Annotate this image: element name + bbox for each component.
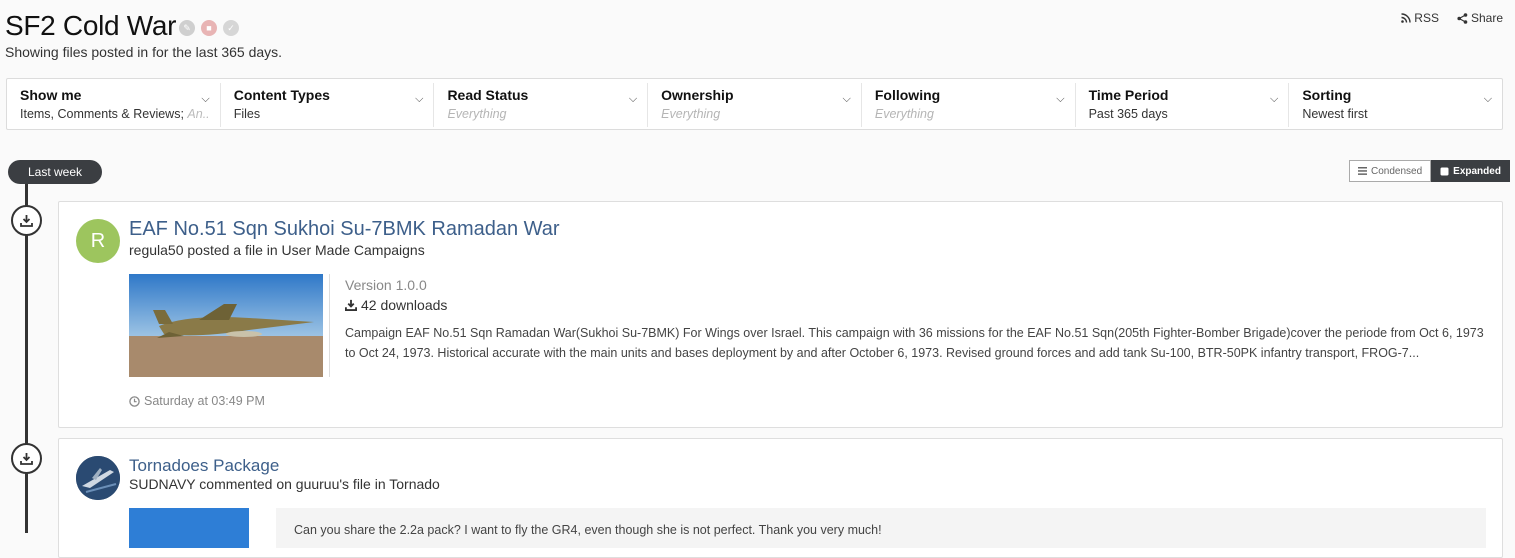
item-meta: regula50 posted a file in User Made Camp…	[129, 242, 425, 258]
downloads-count: 42 downloads	[361, 297, 448, 313]
download-icon	[20, 215, 33, 227]
filter-following[interactable]: Following Everything ⌵	[862, 83, 1076, 127]
stop-icon[interactable]: ■	[201, 20, 217, 36]
page-header: SF2 Cold War ✎ ■ ✓ Showing files posted …	[0, 0, 1515, 70]
square-icon	[1440, 167, 1449, 175]
rss-icon	[1401, 13, 1411, 23]
filter-value: Everything	[661, 107, 721, 121]
filter-value: Everything	[447, 107, 507, 121]
filter-label: Following	[874, 87, 941, 103]
chevron-down-icon: ⌵	[1056, 93, 1065, 105]
clock-icon	[129, 395, 140, 407]
item-title-link[interactable]: Tornadoes Package	[129, 456, 279, 476]
condensed-label: Condensed	[1371, 165, 1423, 177]
filter-label: Time Period	[1088, 87, 1169, 103]
item-downloads: 42 downloads	[345, 297, 447, 313]
rss-button[interactable]: RSS	[1401, 11, 1439, 25]
timeline-label: Last week	[8, 160, 102, 184]
expanded-button[interactable]: Expanded	[1431, 160, 1510, 182]
activity-card: R EAF No.51 Sqn Sukhoi Su-7BMK Ramadan W…	[58, 201, 1503, 428]
chevron-down-icon: ⌵	[628, 93, 638, 105]
comment-quote: Can you share the 2.2a pack? I want to f…	[276, 508, 1486, 548]
timestamp-text: Saturday at 03:49 PM	[144, 394, 265, 408]
condensed-button[interactable]: Condensed	[1349, 160, 1432, 182]
download-icon	[20, 453, 33, 465]
view-toggle: Condensed Expanded	[1349, 160, 1510, 182]
top-actions: RSS Share	[1401, 11, 1503, 25]
page-title: SF2 Cold War	[5, 10, 177, 41]
page-subtitle: Showing files posted in for the last 365…	[5, 44, 283, 60]
filter-label: Content Types	[233, 87, 330, 103]
filter-time-period[interactable]: Time Period Past 365 days ⌵	[1076, 83, 1290, 127]
chevron-down-icon: ⌵	[842, 93, 851, 105]
filter-bar: Show me Items, Comments & Reviews; An...…	[6, 78, 1503, 130]
share-icon	[1457, 12, 1468, 24]
filter-label: Show me	[20, 87, 82, 103]
chevron-down-icon: ⌵	[1483, 93, 1493, 105]
jet-avatar-image	[76, 456, 120, 500]
filter-value: Items, Comments & Reviews; An...	[20, 107, 208, 121]
chevron-down-icon: ⌵	[201, 93, 210, 105]
filter-label: Ownership	[661, 87, 734, 103]
item-meta: SUDNAVY commented on guuruu's file in To…	[129, 476, 440, 492]
item-title-link[interactable]: EAF No.51 Sqn Sukhoi Su-7BMK Ramadan War	[129, 218, 560, 241]
filter-sorting[interactable]: Sorting Newest first ⌵	[1289, 83, 1502, 127]
expanded-label: Expanded	[1453, 165, 1501, 177]
activity-card: Tornadoes Package SUDNAVY commented on g…	[58, 438, 1503, 558]
avatar[interactable]: R	[76, 219, 120, 263]
list-icon	[1358, 167, 1367, 175]
item-version: Version 1.0.0	[345, 277, 427, 293]
filter-value: Files	[233, 107, 261, 121]
download-icon	[345, 299, 357, 311]
item-timestamp[interactable]: Saturday at 03:49 PM	[129, 394, 265, 408]
share-label: Share	[1470, 11, 1503, 25]
title-badges: ✎ ■ ✓	[179, 20, 239, 36]
item-thumbnail[interactable]	[129, 508, 249, 548]
filter-value: Everything	[874, 107, 934, 121]
chevron-down-icon: ⌵	[415, 93, 424, 105]
filter-ownership[interactable]: Ownership Everything ⌵	[648, 83, 862, 127]
avatar-letter: R	[90, 229, 106, 252]
share-button[interactable]: Share	[1457, 11, 1503, 25]
download-marker	[11, 443, 42, 474]
avatar[interactable]	[76, 456, 120, 500]
download-marker	[11, 205, 42, 236]
filter-read-status[interactable]: Read Status Everything ⌵	[434, 83, 649, 127]
check-icon[interactable]: ✓	[223, 20, 239, 36]
rss-label: RSS	[1414, 11, 1439, 25]
chevron-down-icon: ⌵	[1269, 93, 1279, 105]
item-thumbnail[interactable]	[129, 274, 323, 377]
item-description: Campaign EAF No.51 Sqn Ramadan War(Sukho…	[345, 326, 1484, 360]
edit-icon[interactable]: ✎	[179, 20, 195, 36]
filter-value: Newest first	[1302, 107, 1368, 121]
filter-label: Read Status	[447, 87, 529, 103]
filter-value-text: Items, Comments & Reviews;	[20, 107, 184, 121]
filter-value-more: An...	[187, 107, 207, 121]
filter-show-me[interactable]: Show me Items, Comments & Reviews; An...…	[7, 83, 221, 127]
filter-label: Sorting	[1302, 87, 1352, 103]
filter-content-types[interactable]: Content Types Files ⌵	[221, 83, 435, 127]
divider	[329, 274, 330, 377]
filter-value: Past 365 days	[1088, 107, 1168, 121]
